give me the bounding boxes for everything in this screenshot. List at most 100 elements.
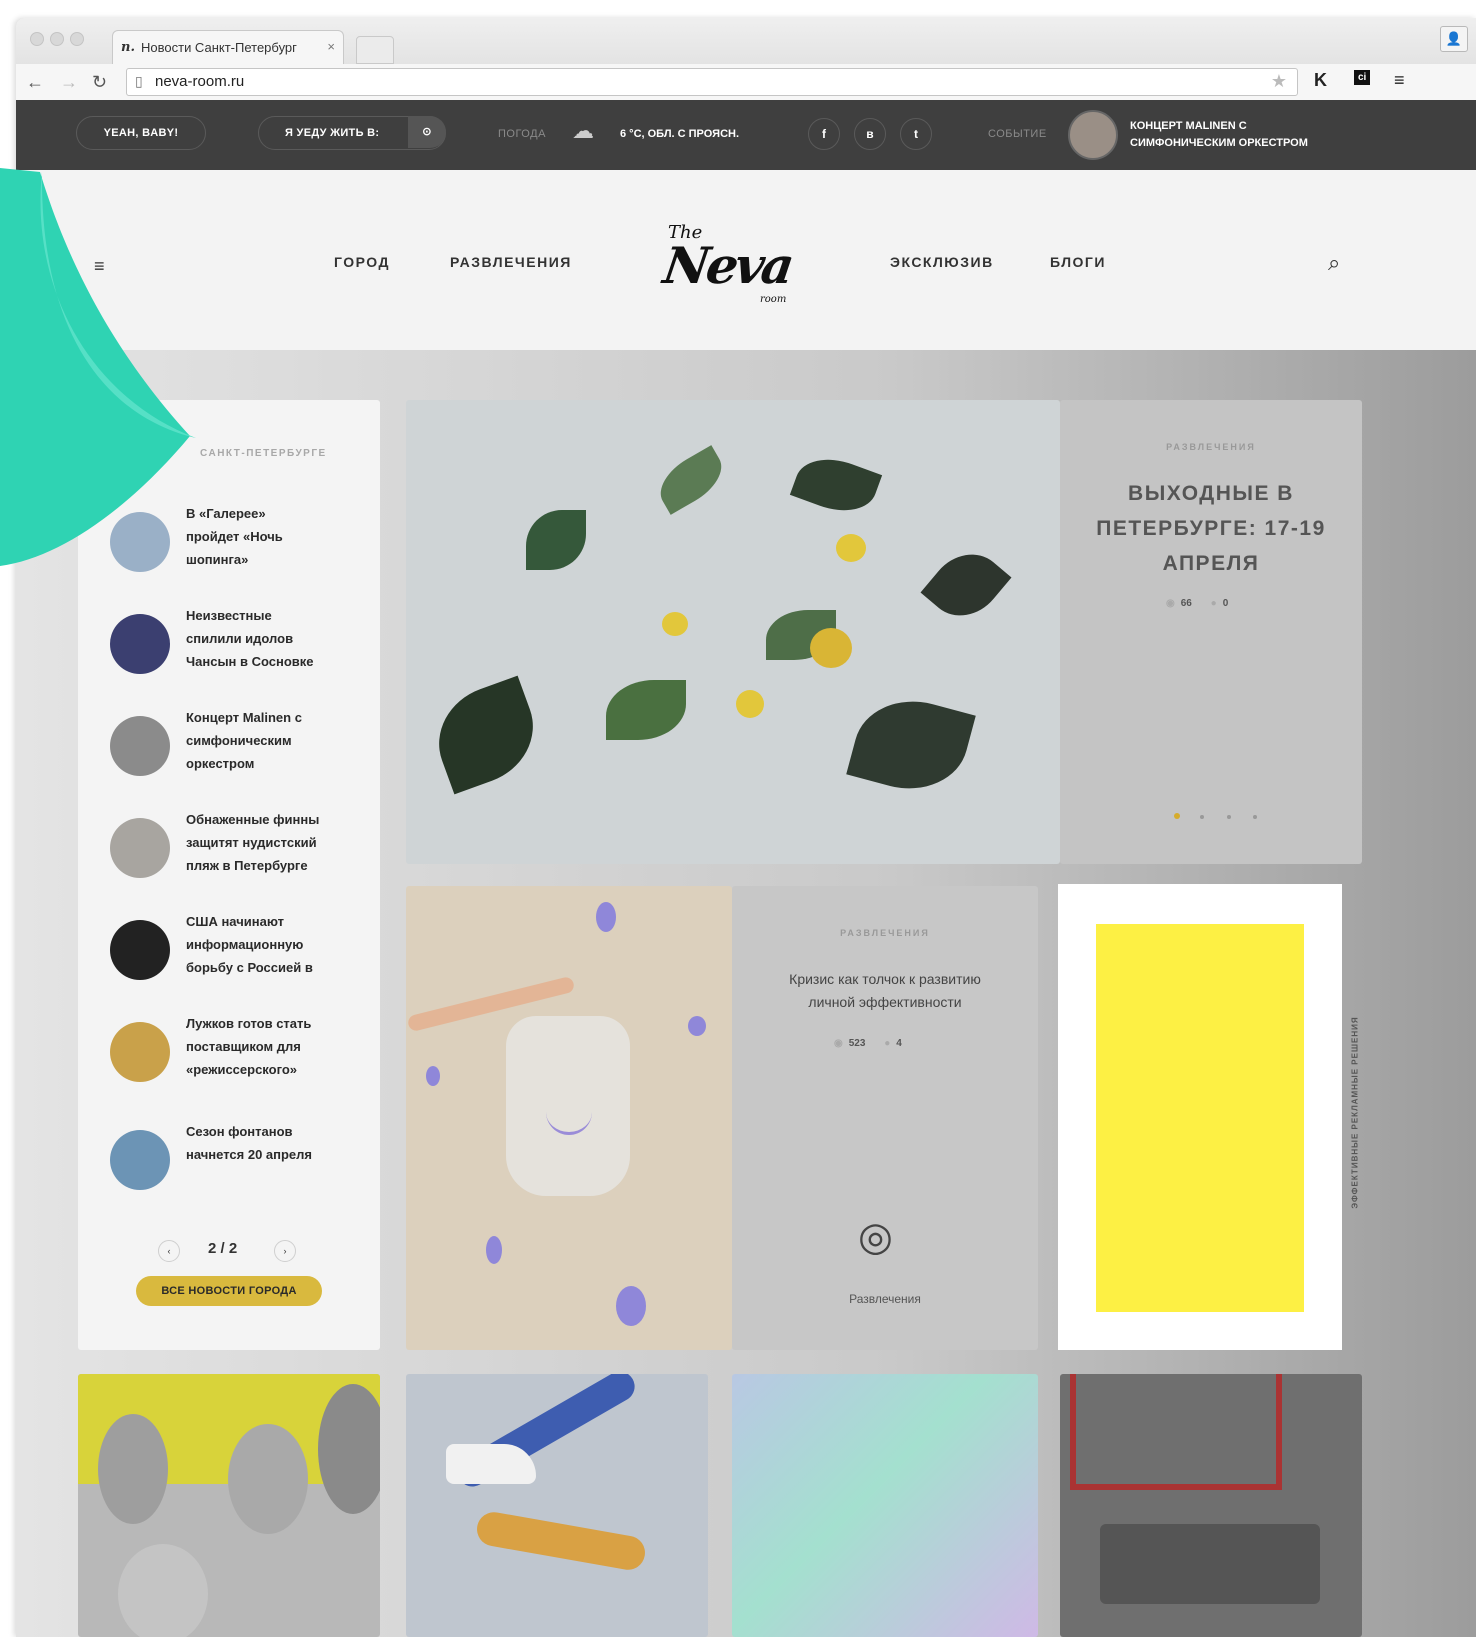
news-headline-line: защитят нудистский [186, 835, 317, 850]
vk-icon[interactable]: в [854, 118, 886, 150]
window-zoom-button[interactable] [70, 32, 84, 46]
news-thumbnail[interactable] [110, 920, 170, 980]
news-headline[interactable]: Лужков готов стать поставщиком для «режисс… [186, 1012, 346, 1081]
twitter-icon[interactable]: t [900, 118, 932, 150]
slider-dot[interactable] [1226, 815, 1231, 819]
nav-exclusive[interactable]: ЭКСКЛЮЗИВ [890, 254, 994, 270]
news-list-item[interactable]: США начинают информационную борьбу с Росси… [110, 910, 350, 990]
article-rubric[interactable]: Развлечения [732, 1292, 1038, 1306]
nav-city[interactable]: ГОРОД [334, 254, 390, 270]
news-thumbnail[interactable] [110, 818, 170, 878]
news-list-item[interactable]: Неизвестные спилили идолов Чансын в Соснов… [110, 604, 350, 684]
news-headline[interactable]: Неизвестные спилили идолов Чансын в Соснов… [186, 604, 346, 673]
news-headline[interactable]: Обнаженные финны защитят нудистский пляж в… [186, 808, 346, 877]
new-tab-button[interactable] [356, 36, 394, 64]
person-icon[interactable]: 👤 [1440, 26, 1468, 52]
tube-shape [474, 1509, 648, 1573]
news-headline-line: «режиссерского» [186, 1062, 297, 1077]
extension-ci-icon[interactable]: ci [1354, 70, 1371, 85]
back-icon[interactable]: ← [26, 72, 44, 93]
weather-value: 6 °C, ОБЛ. С ПРОЯСН. [620, 128, 740, 140]
facebook-icon[interactable]: f [808, 118, 840, 150]
bottom-card-knot[interactable] [406, 1374, 708, 1637]
pager-count: 2 / 2 [208, 1240, 238, 1257]
extension-k-icon[interactable]: K [1314, 70, 1327, 91]
news-headline-line: спилили идолов [186, 631, 294, 646]
news-headline-line: Неизвестные [186, 608, 272, 623]
dropdown-icon[interactable]: ⊙ [408, 116, 446, 148]
news-headline[interactable]: В «Галерее» пройдет «Ночь шопинга» [186, 502, 346, 571]
slider-dot[interactable] [1200, 815, 1205, 819]
feature-card[interactable]: РАЗВЛЕЧЕНИЯ ВЫХОДНЫЕ В ПЕТЕРБУРГЕ: 17-19… [1060, 400, 1362, 864]
featured-image[interactable] [406, 400, 1060, 864]
news-thumbnail[interactable] [110, 716, 170, 776]
slider-dot[interactable] [1253, 815, 1258, 819]
city-news-title: САНКТ-ПЕТЕРБУРГЕ [200, 448, 327, 459]
comment-icon: ● [884, 1038, 891, 1049]
news-headline-line: шопинга» [186, 552, 249, 567]
feature-title-line: ПЕТЕРБУРГЕ: 17-19 [1096, 517, 1326, 540]
weather-label: ПОГОДА [498, 128, 546, 140]
news-list-item[interactable]: Лужков готов стать поставщиком для «режисс… [110, 1012, 350, 1092]
site-logo[interactable]: Neva [660, 236, 795, 295]
reload-icon[interactable]: ↻ [92, 72, 107, 93]
forward-icon[interactable]: → [60, 72, 78, 93]
bookmark-star-icon[interactable]: ★ [1271, 71, 1287, 92]
news-headline-line: Обнаженные финны [186, 812, 320, 827]
article-views: 523 [848, 1038, 866, 1049]
address-bar[interactable]: ▯ neva-room.ru ★ [126, 68, 1298, 96]
window-close-button[interactable] [30, 32, 44, 46]
event-link[interactable]: КОНЦЕРТ MALINEN С СИМФОНИЧЕСКИМ ОРКЕСТРО… [1130, 118, 1308, 152]
bottom-card-statues[interactable] [78, 1374, 380, 1637]
nav-blogs[interactable]: БЛОГИ [1050, 254, 1106, 270]
news-headline[interactable]: Концерт Malinen с симфоническим оркестром [186, 706, 346, 775]
page-icon: ▯ [135, 73, 143, 89]
news-thumbnail[interactable] [110, 1022, 170, 1082]
news-list-item[interactable]: Сезон фонтанов начнется 20 апреля [110, 1120, 350, 1200]
article-card[interactable]: РАЗВЛЕЧЕНИЯ Кризис как толчок к развитию… [732, 886, 1038, 1350]
article-image[interactable] [406, 886, 732, 1350]
bag-shape [506, 1016, 630, 1196]
main-content: САНКТ-ПЕТЕРБУРГЕ В «Галерее» пройдет «Ноч… [16, 350, 1476, 1637]
browser-menu-icon[interactable]: ≡ [1394, 70, 1405, 91]
slider-dot-active[interactable] [1174, 813, 1180, 819]
ad-banner[interactable] [1058, 884, 1342, 1350]
browser-window: n. Новости Санкт-Петербург × 👤 ← → ↻ ▯ n… [16, 18, 1476, 1637]
leaf-shape [423, 675, 549, 795]
feature-stats: ◉ 66 ● 0 [1166, 598, 1228, 609]
favicon-icon: n. [121, 40, 135, 55]
bottom-card-cafe[interactable] [1060, 1374, 1362, 1637]
event-avatar[interactable] [1068, 110, 1118, 160]
news-headline-line: оркестром [186, 756, 255, 771]
news-headline[interactable]: США начинают информационную борьбу с Росси… [186, 910, 346, 979]
tab-close-button[interactable]: × [327, 39, 335, 54]
browser-toolbar: ← → ↻ ▯ neva-room.ru ★ K ci ≡ [16, 64, 1476, 101]
nav-entertainment[interactable]: РАЗВЛЕЧЕНИЯ [450, 254, 572, 270]
browser-tab[interactable]: n. Новости Санкт-Петербург × [112, 30, 344, 65]
leave-city-selector[interactable]: Я УЕДУ ЖИТЬ В: ⊙ [258, 116, 446, 150]
news-headline-line: Сезон фонтанов [186, 1124, 293, 1139]
yeah-baby-button[interactable]: YEAH, BABY! [76, 116, 206, 150]
leaf-shape [650, 445, 732, 515]
bottom-card-gradient[interactable] [732, 1374, 1038, 1637]
all-city-news-button[interactable]: ВСЕ НОВОСТИ ГОРОДА [136, 1276, 322, 1306]
news-list-item[interactable]: Концерт Malinen с симфоническим оркестром [110, 706, 350, 786]
news-headline-line: Концерт Malinen с [186, 710, 302, 725]
head-shape [98, 1414, 168, 1524]
pager-prev-button[interactable]: ‹ [158, 1240, 180, 1262]
news-thumbnail[interactable] [110, 614, 170, 674]
blob-shape [688, 1016, 706, 1036]
news-list-item[interactable]: Обнаженные финны защитят нудистский пляж в… [110, 808, 350, 888]
feature-title-line: АПРЕЛЯ [1162, 552, 1260, 575]
blob-shape [596, 902, 616, 932]
article-title-line: Кризис как толчок к развитию [789, 971, 981, 987]
search-icon[interactable]: ⌕ [1328, 250, 1340, 276]
news-headline[interactable]: Сезон фонтанов начнется 20 апреля [186, 1120, 346, 1166]
red-frame [1070, 1374, 1282, 1490]
news-thumbnail[interactable] [110, 1130, 170, 1190]
article-comments: 4 [896, 1038, 902, 1049]
leaf-shape [789, 447, 883, 523]
pager-next-button[interactable]: › [274, 1240, 296, 1262]
window-minimize-button[interactable] [50, 32, 64, 46]
news-headline-line: В «Галерее» [186, 506, 266, 521]
